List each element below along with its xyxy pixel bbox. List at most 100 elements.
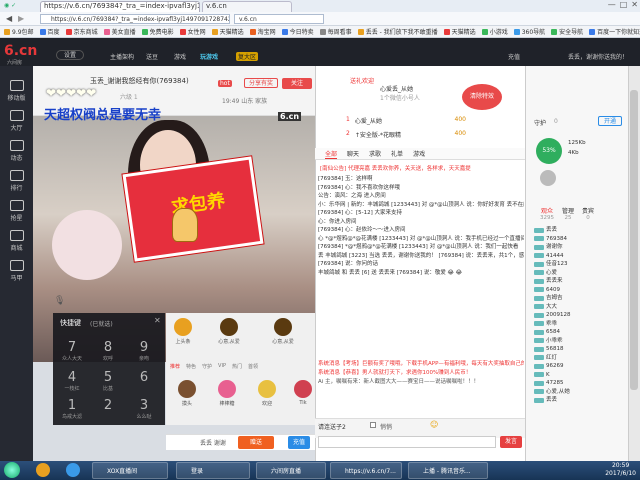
fan-rank-2[interactable]: 2 ↑安全版-*花眼精 400 (346, 130, 466, 139)
tab-vip-guests[interactable]: 贵宾 0 (582, 206, 594, 226)
shortcut-key-3[interactable]: 3 么么哒 (130, 398, 158, 420)
follow-button[interactable]: 关注 (282, 78, 312, 89)
tab-song-request[interactable]: 求歌 (369, 149, 381, 158)
taskbar-item[interactable]: 上播 - 腾讯音乐... (408, 462, 488, 479)
sidebar-item-vest[interactable]: 马甲 (0, 260, 33, 282)
fan-rank-1[interactable]: 1 心爱_从她 400 (346, 116, 466, 125)
bookmark-item[interactable]: 360导航 (513, 27, 545, 36)
shortcut-key-2[interactable]: 2 (94, 398, 122, 413)
shortcut-key-9[interactable]: 9 亲吻 (130, 340, 158, 362)
list-item[interactable]: 吉姆吉 (534, 294, 624, 303)
taskbar-item[interactable]: 登录 (176, 462, 250, 479)
gift-headline[interactable]: 上头条 (168, 318, 198, 345)
bookmark-item[interactable]: 今日特卖 (281, 27, 314, 36)
list-item[interactable]: 心爱,从她 (534, 388, 624, 397)
taskbar-item[interactable]: XOX直播间 (92, 462, 168, 479)
shortcut-key-7[interactable]: 7 众人大天 (58, 340, 86, 362)
gift-tik[interactable]: Tik (288, 380, 318, 406)
sidebar-item-mobile[interactable]: 移动版 (0, 80, 33, 102)
bookmark-item[interactable]: 女性网 (179, 27, 206, 36)
bookmark-item[interactable]: 天猫精选 (211, 27, 244, 36)
list-item[interactable]: 6409 (534, 286, 624, 295)
gift-pat-head[interactable]: 摸头 (172, 380, 202, 407)
back-icon[interactable]: ◀ (6, 14, 12, 23)
site-logo[interactable]: 6.cn (4, 43, 37, 59)
tab-special[interactable]: 特色 (186, 363, 196, 370)
bookmark-item[interactable]: 安全导航 (551, 27, 583, 36)
tab-audience[interactable]: 观众 3295 (540, 206, 554, 226)
taskbar-item[interactable]: https://v.6.cn/7... (330, 462, 402, 479)
gift-send-button[interactable]: 赠送 (238, 436, 274, 449)
recharge-link[interactable]: 充值 (508, 52, 520, 61)
bookmark-item[interactable]: 丢丢 - 我们放下我不敢重播 (357, 27, 438, 36)
guard-open-button[interactable]: 开通 (598, 116, 622, 126)
tab-game[interactable]: 游戏 (413, 149, 425, 158)
gift-lollipop[interactable]: 棒棒糖 (212, 380, 242, 407)
minimize-icon[interactable]: — (608, 0, 616, 12)
nav-item-anchor[interactable]: 主播架构 (110, 52, 134, 61)
list-item[interactable]: 乖乖 (534, 320, 624, 329)
sidebar-item-mall[interactable]: 商城 (0, 230, 33, 252)
list-item[interactable]: K (534, 371, 624, 380)
gift-heart-1[interactable]: 心意,从爱 (214, 318, 244, 345)
list-item[interactable]: 2009128 (534, 311, 624, 320)
bookmark-item[interactable]: 京东商城 (65, 27, 98, 36)
list-item[interactable]: 佳音123 (534, 260, 624, 269)
list-item[interactable]: 丢丢 (534, 396, 624, 405)
sidebar-item-stars[interactable]: 抢星 (0, 200, 33, 222)
bookmark-item[interactable]: 百度一下你就知道 (589, 27, 640, 36)
shortcut-key-5[interactable]: 5 比基 (94, 370, 122, 392)
header-user-greeting[interactable]: 丢丢，谢谢你送我的！ (568, 52, 628, 61)
tab-recommend[interactable]: 推荐 (170, 363, 180, 370)
bookmark-item[interactable]: 天猫精选 (443, 27, 476, 36)
search-input[interactable]: v.6.cn (234, 14, 324, 24)
taskbar-browser-icon[interactable] (66, 463, 80, 477)
chat-message-input[interactable] (318, 436, 496, 448)
mic-icon[interactable]: 🎙 (54, 296, 65, 306)
tab-leader[interactable]: 首领 (248, 363, 258, 370)
start-button-icon[interactable] (4, 462, 20, 478)
list-item[interactable]: 大大 (534, 303, 624, 312)
browser-tab-second[interactable]: v.6.cn (202, 1, 292, 12)
viewer-avatar[interactable] (540, 170, 556, 186)
list-item[interactable]: 红灯 (534, 354, 624, 363)
sidebar-item-ranking[interactable]: 排行 (0, 170, 33, 192)
chat-recipient[interactable]: 请连送子2 (318, 422, 346, 431)
nav-item-play-games[interactable]: 玩游戏 (200, 52, 218, 61)
browser-tab-active[interactable]: https://v.6.cn/769384?_tra_=index-ipvafl… (40, 1, 200, 12)
emoji-icon[interactable]: ☺ (430, 420, 438, 429)
list-item[interactable]: 心爱 (534, 269, 624, 278)
taskbar-clock[interactable]: 20:59 2017/6/10 (605, 462, 636, 478)
list-item[interactable]: 小乖乖 (534, 337, 624, 346)
shortcut-key-6[interactable]: 6 (130, 370, 158, 385)
tab-gift-list[interactable]: 礼单 (391, 149, 403, 158)
close-icon[interactable]: ✕ (631, 0, 638, 12)
list-item[interactable]: 谢谢你 (534, 243, 624, 252)
tab-managers[interactable]: 管理 25 (562, 206, 574, 226)
list-item[interactable]: 丢丢 (534, 226, 624, 235)
taskbar-pinned-icon[interactable] (36, 463, 50, 477)
tab-hot[interactable]: 热门 (232, 363, 242, 370)
nav-item-region[interactable]: 复大区 (236, 52, 259, 61)
gift-welcome[interactable]: 欢迎 (252, 380, 282, 407)
list-item[interactable]: 769384 (534, 235, 624, 244)
list-item[interactable]: 56818 (534, 345, 624, 354)
clear-effects-badge[interactable]: 清除特效 (462, 84, 502, 110)
tab-vip[interactable]: VIP (218, 363, 226, 370)
private-checkbox[interactable] (370, 422, 376, 428)
shortcut-key-8[interactable]: 8 欢呼 (94, 340, 122, 362)
scrollbar-thumb[interactable] (630, 90, 638, 390)
maximize-icon[interactable]: □ (620, 0, 628, 12)
tab-guard[interactable]: 守护 (202, 363, 212, 370)
shortcut-key-4[interactable]: 4 一枝红 (58, 370, 86, 392)
close-icon[interactable]: ✕ (154, 316, 161, 325)
bookmark-item[interactable]: 9.9包邮 (4, 27, 34, 36)
bookmark-item[interactable]: 小游戏 (481, 27, 508, 36)
list-item[interactable]: 6584 (534, 328, 624, 337)
taskbar-item[interactable]: 六间房直播 (256, 462, 326, 479)
nav-item-games[interactable]: 游戏 (174, 52, 186, 61)
tab-chat[interactable]: 聊天 (347, 149, 359, 158)
chat-send-button[interactable]: 发言 (500, 436, 522, 448)
url-input[interactable]: https://v.6.cn/769384?_tra_=index-ipvafl… (40, 14, 230, 24)
list-item[interactable]: 47285 (534, 379, 624, 388)
